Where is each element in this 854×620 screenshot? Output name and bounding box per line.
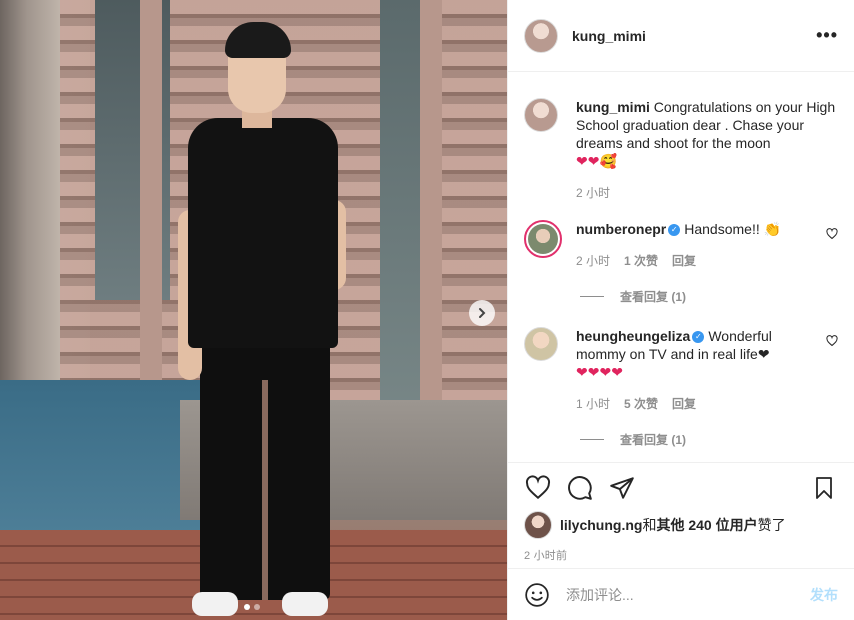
likes-suffix: 赞了	[757, 517, 786, 533]
post-sidebar: kung_mimi ••• kung_mimi Congratulations …	[507, 0, 854, 620]
post-author-username[interactable]: kung_mimi	[572, 28, 646, 44]
likes-and: 和	[642, 517, 657, 533]
avatar[interactable]	[524, 220, 562, 258]
verified-badge-icon: ✓	[668, 224, 681, 237]
comment-item: numberonepr ✓ Handsome!! 👏 2 小时 1 次赞 回复	[524, 220, 838, 270]
post-photo[interactable]	[0, 0, 507, 620]
share-button[interactable]	[608, 474, 636, 502]
reply-button[interactable]: 回复	[672, 395, 696, 413]
comment-username[interactable]: numberonepr	[576, 221, 666, 237]
carousel-next-button[interactable]	[469, 300, 495, 326]
replies-divider	[580, 439, 604, 440]
add-comment-bar: 发布	[508, 568, 854, 620]
view-replies-button[interactable]: 查看回复 (1)	[580, 288, 838, 305]
avatar[interactable]	[524, 327, 558, 361]
view-replies-label: 查看回复 (1)	[620, 290, 687, 304]
post-header: kung_mimi •••	[508, 0, 854, 72]
comment-likes[interactable]: 5 次赞	[624, 395, 658, 413]
caption: kung_mimi Congratulations on your High S…	[524, 98, 838, 202]
comment-like-button[interactable]	[826, 335, 838, 413]
comment-likes[interactable]: 1 次赞	[624, 252, 658, 270]
reply-button[interactable]: 回复	[672, 252, 696, 270]
avatar[interactable]	[524, 511, 552, 539]
comment-time[interactable]: 2 小时	[576, 184, 610, 202]
comment-item: heungheungeliza ✓ Wonderful mommy on TV an…	[524, 327, 838, 413]
comment-time[interactable]: 2 小时	[576, 252, 610, 270]
comment-username[interactable]: kung_mimi	[576, 99, 650, 115]
post-actions: lilychung.ng 和 其他 240 位用户 赞了 2 小时前	[508, 462, 854, 568]
comment-input[interactable]	[566, 586, 810, 603]
avatar[interactable]	[524, 18, 558, 53]
view-replies-button[interactable]: 查看回复 (1)	[580, 431, 838, 448]
carousel-dot-active	[244, 604, 250, 610]
heart-outline-icon	[826, 228, 838, 240]
likes-summary: lilychung.ng 和 其他 240 位用户 赞了	[524, 511, 838, 539]
emoji-button[interactable]	[524, 582, 550, 608]
liker-username[interactable]: lilychung.ng	[560, 517, 642, 533]
comments-list[interactable]: kung_mimi Congratulations on your High S…	[508, 72, 854, 462]
view-replies-label: 查看回复 (1)	[620, 433, 687, 447]
bookmark-icon	[816, 477, 832, 499]
comment-like-button[interactable]	[826, 228, 838, 270]
smile-icon	[525, 582, 549, 607]
more-options-button[interactable]: •••	[816, 25, 838, 46]
comment-time[interactable]: 1 小时	[576, 395, 610, 413]
heart-outline-icon	[826, 335, 838, 347]
carousel-dots	[244, 604, 260, 610]
comment-emoji: ❤❤❤❤	[576, 364, 623, 380]
post-timestamp[interactable]: 2 小时前	[524, 547, 838, 563]
comment-button[interactable]	[566, 474, 594, 502]
more-horizontal-icon: •••	[816, 25, 838, 45]
send-icon	[610, 477, 634, 499]
post-comment-button[interactable]: 发布	[810, 585, 838, 605]
verified-badge-icon: ✓	[692, 331, 705, 344]
comment-text: Handsome!! 👏	[684, 221, 782, 237]
heart-outline-icon	[525, 475, 551, 500]
carousel-dot	[254, 604, 260, 610]
comment-emoji: ❤❤🥰	[576, 153, 617, 169]
replies-divider	[580, 296, 604, 297]
save-button[interactable]	[810, 474, 838, 502]
chevron-right-icon	[479, 308, 486, 318]
post-modal: kung_mimi ••• kung_mimi Congratulations …	[0, 0, 854, 620]
like-button[interactable]	[524, 474, 552, 502]
likes-others-link[interactable]: 其他 240 位用户	[656, 515, 757, 535]
photo-person	[170, 20, 360, 620]
comment-username[interactable]: heungheungeliza	[576, 328, 690, 344]
avatar[interactable]	[524, 98, 558, 132]
comment-icon	[568, 476, 592, 500]
